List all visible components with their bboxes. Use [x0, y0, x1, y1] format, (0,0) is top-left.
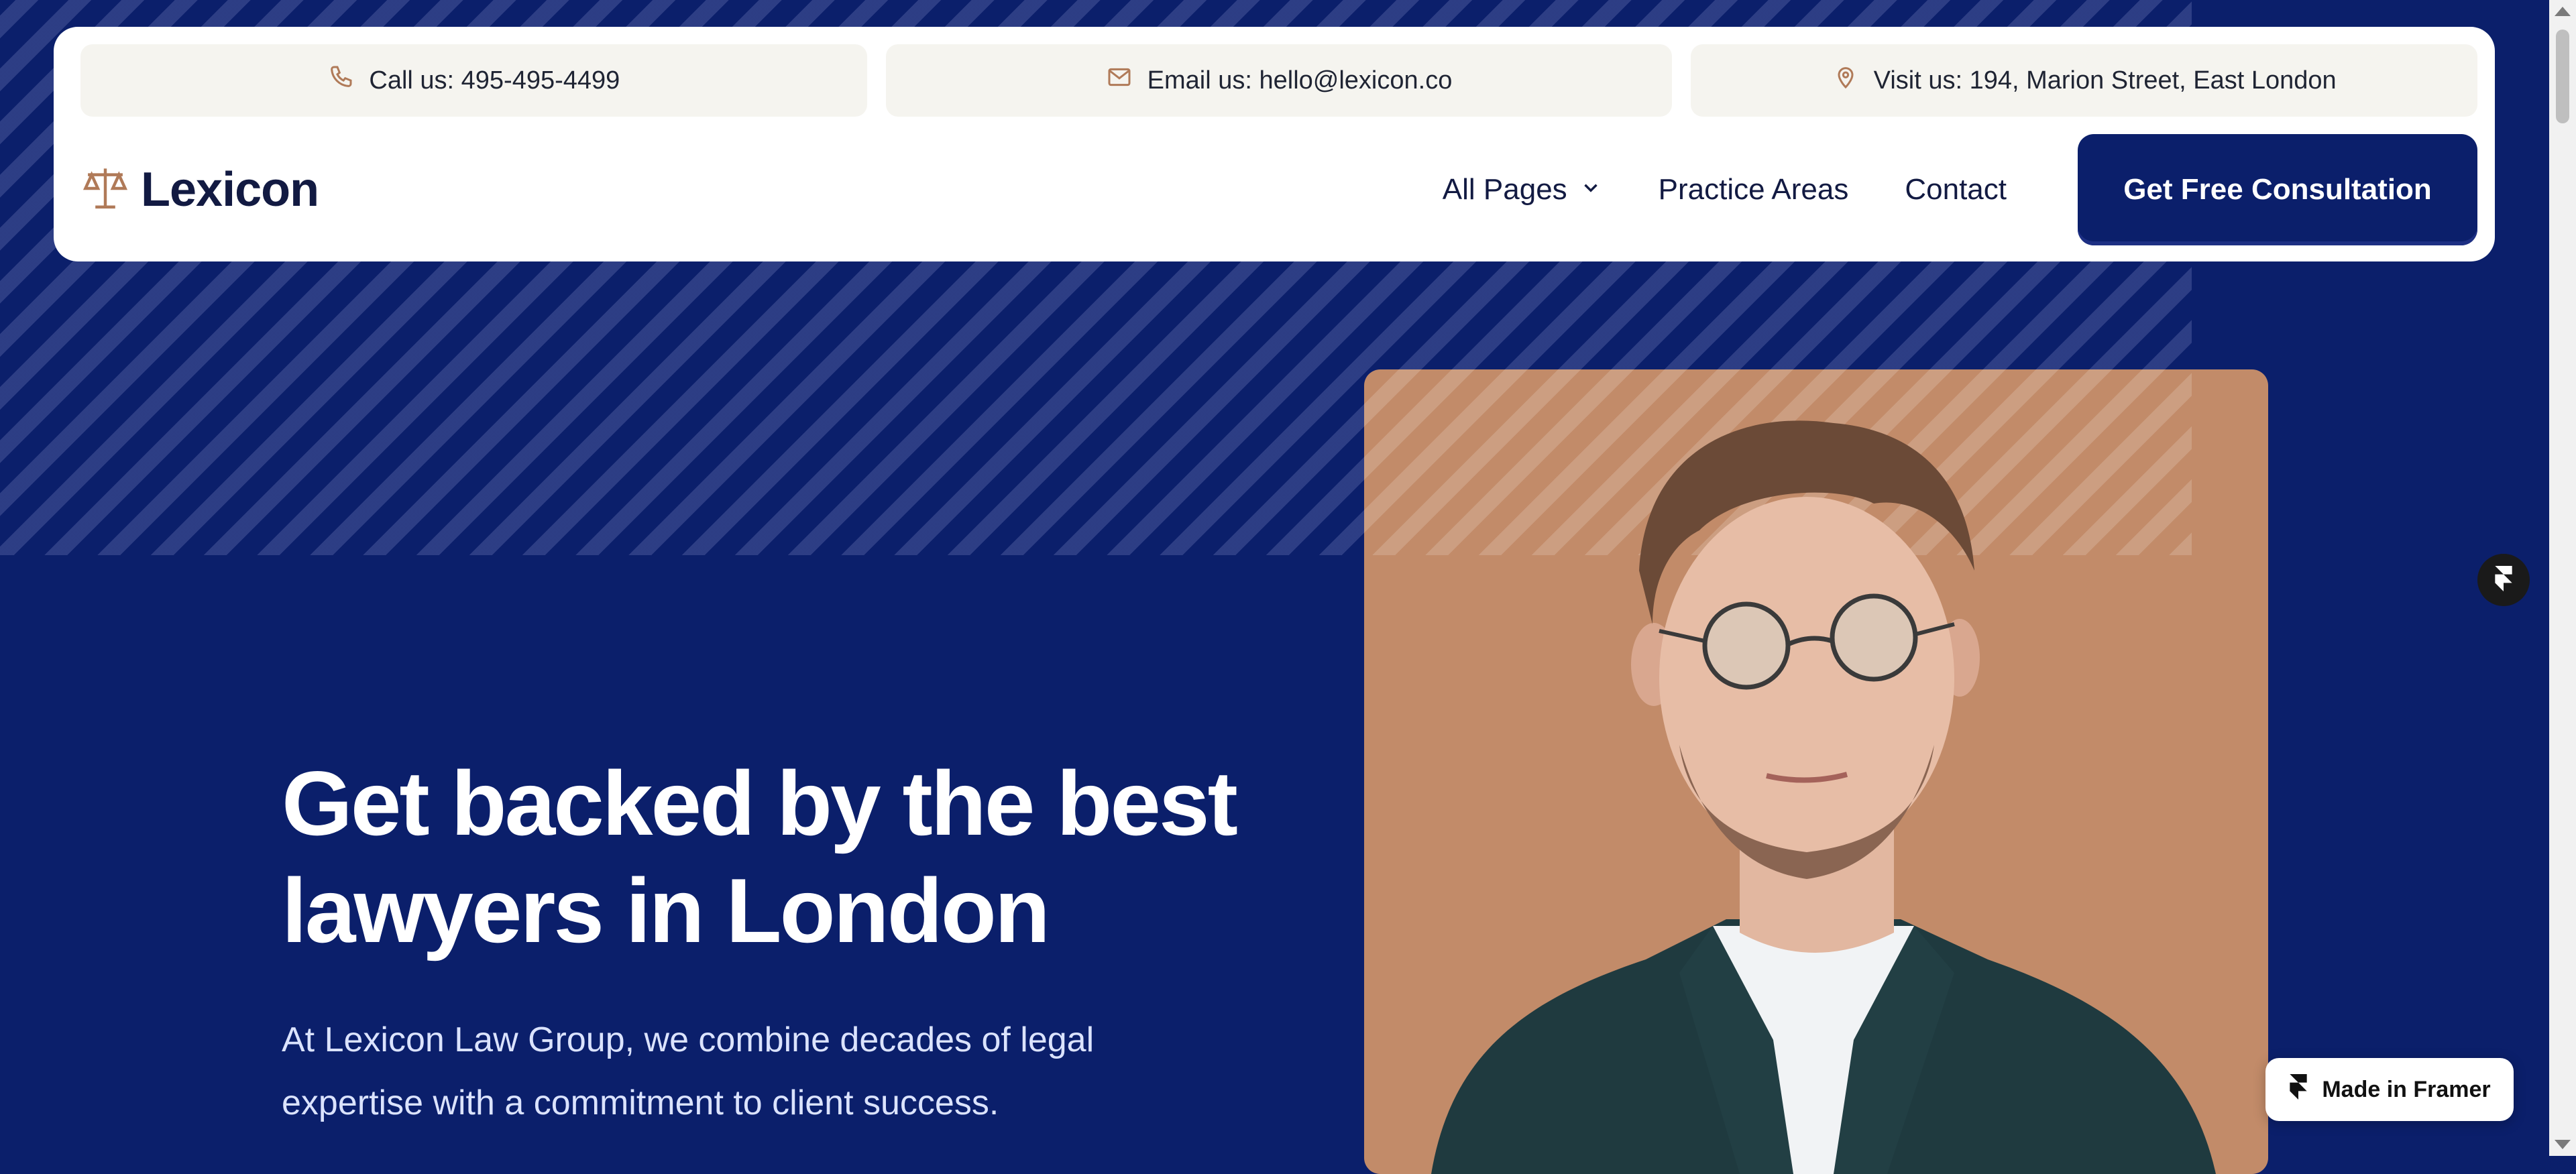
contact-bar: Call us: 495-495-4499 Email us: hello@le… — [80, 44, 2478, 117]
nav-contact[interactable]: Contact — [1905, 173, 2007, 207]
site-header: Call us: 495-495-4499 Email us: hello@le… — [54, 27, 2495, 261]
nav-practice-areas[interactable]: Practice Areas — [1659, 173, 1849, 207]
contact-call-text: Call us: 495-495-4499 — [369, 66, 620, 95]
framer-icon — [2288, 1073, 2308, 1106]
contact-visit[interactable]: Visit us: 194, Marion Street, East Londo… — [1691, 44, 2478, 117]
scroll-thumb[interactable] — [2556, 30, 2569, 123]
contact-email[interactable]: Email us: hello@lexicon.co — [885, 44, 1673, 117]
hero-title: Get backed by the best lawyers in London — [282, 750, 1301, 964]
hero-subtitle-line-2: expertise with a commitment to client su… — [282, 1083, 999, 1122]
lawyer-portrait-illustration — [1431, 420, 2216, 1174]
logo-text: Lexicon — [141, 163, 319, 217]
hero-subtitle: At Lexicon Law Group, we combine decades… — [282, 1008, 1187, 1134]
map-pin-icon — [1832, 64, 1859, 97]
hero-title-line-1: Get backed by the best — [282, 752, 1238, 854]
lawyer-portrait — [1364, 369, 2268, 1174]
hero-subtitle-line-1: At Lexicon Law Group, we combine decades… — [282, 1020, 1095, 1059]
nav-all-pages-label: All Pages — [1442, 173, 1567, 206]
chevron-down-icon — [1579, 173, 1602, 207]
made-in-framer-label: Made in Framer — [2322, 1076, 2491, 1102]
nav-all-pages[interactable]: All Pages — [1443, 173, 1602, 207]
nav-practice-areas-label: Practice Areas — [1658, 173, 1849, 206]
hero-title-line-2: lawyers in London — [282, 860, 1050, 961]
framer-icon — [2494, 565, 2514, 595]
scales-logo-icon — [80, 164, 130, 217]
main-nav: All Pages Practice Areas Contact — [1443, 173, 2007, 207]
contact-call[interactable]: Call us: 495-495-4499 — [80, 44, 867, 117]
contact-visit-text: Visit us: 194, Marion Street, East Londo… — [1873, 66, 2337, 95]
contact-email-text: Email us: hello@lexicon.co — [1147, 66, 1453, 95]
logo[interactable]: Lexicon — [80, 162, 319, 217]
mail-icon — [1106, 64, 1133, 97]
phone-icon — [327, 64, 354, 97]
scroll-up-arrow[interactable] — [2555, 7, 2571, 16]
made-in-framer-badge[interactable]: Made in Framer — [2265, 1058, 2514, 1121]
framer-floating-button[interactable] — [2477, 554, 2530, 606]
nav-contact-label: Contact — [1905, 173, 2007, 206]
navbar: Lexicon All Pages Practice Areas Contact… — [80, 134, 2477, 245]
page-scrollbar[interactable] — [2549, 0, 2576, 1156]
scroll-down-arrow[interactable] — [2555, 1140, 2571, 1149]
get-free-consultation-button[interactable]: Get Free Consultation — [2078, 134, 2477, 245]
